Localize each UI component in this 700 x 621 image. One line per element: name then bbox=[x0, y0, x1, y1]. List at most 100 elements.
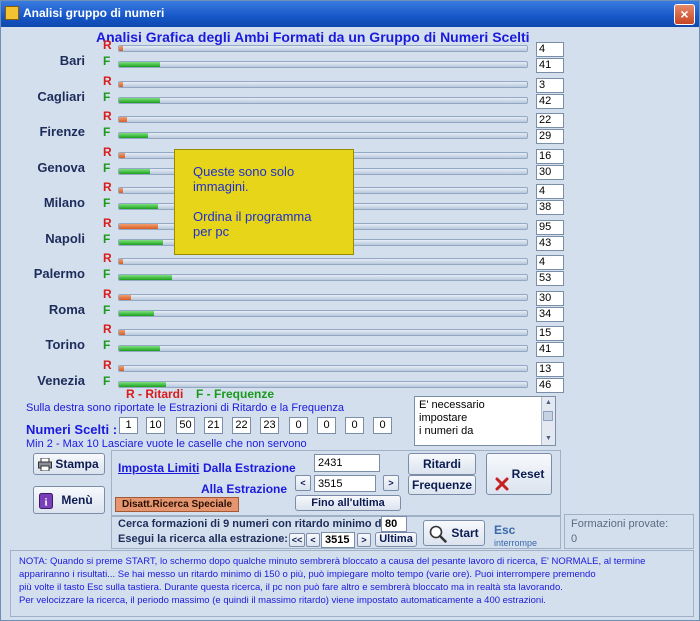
number-input-9[interactable]: 0 bbox=[345, 417, 364, 434]
note-line: più volte il tasto Esc sulla tastiera. D… bbox=[19, 582, 563, 593]
ritardi-button[interactable]: Ritardi bbox=[408, 453, 476, 475]
menu-button[interactable]: i Menù bbox=[33, 486, 105, 514]
number-input-5[interactable]: 22 bbox=[232, 417, 251, 434]
scroll-up-icon[interactable]: ▲ bbox=[542, 397, 555, 409]
estrazione-input[interactable]: 3515 bbox=[321, 532, 355, 548]
number-input-10[interactable]: 0 bbox=[373, 417, 392, 434]
city-label: Cagliari bbox=[37, 89, 85, 104]
overlay-spacer bbox=[193, 194, 335, 209]
alla-estrazione-input[interactable]: 3515 bbox=[314, 475, 376, 492]
city-label: Napoli bbox=[45, 231, 85, 246]
prev-estrazione-button[interactable]: < bbox=[306, 533, 320, 547]
alla-next-button[interactable]: > bbox=[383, 475, 399, 491]
ritardo-bar-fill bbox=[119, 259, 123, 264]
numeri-scelti-label: Numeri Scelti : bbox=[26, 422, 118, 437]
magnifier-icon bbox=[429, 525, 447, 543]
stampa-label: Stampa bbox=[55, 457, 99, 471]
dalla-estrazione-input[interactable]: 2431 bbox=[314, 454, 380, 472]
number-input-2[interactable]: 10 bbox=[146, 417, 165, 434]
frequenza-value: 30 bbox=[536, 165, 564, 180]
number-input-4[interactable]: 21 bbox=[204, 417, 223, 434]
message-memo[interactable]: E' necessario impostare i numeri da ▲ ▼ bbox=[414, 396, 556, 446]
esegui-ricerca-label: Esegui la ricerca alla estrazione: bbox=[118, 533, 288, 545]
frequenza-letter: F bbox=[103, 303, 111, 317]
frequenze-button[interactable]: Frequenze bbox=[408, 475, 476, 495]
reset-label: Reset bbox=[511, 467, 545, 481]
frequenza-value: 38 bbox=[536, 200, 564, 215]
frequenza-bar bbox=[118, 310, 528, 317]
frequenza-bar bbox=[118, 97, 528, 104]
info-icon: i bbox=[39, 492, 53, 509]
overlay-line: immagini. bbox=[193, 179, 249, 194]
ritardo-bar bbox=[118, 365, 528, 372]
frequenza-letter: F bbox=[103, 338, 111, 352]
ritardo-value: 95 bbox=[536, 220, 564, 235]
scroll-thumb[interactable] bbox=[543, 411, 553, 421]
ritardo-bar-fill bbox=[119, 330, 125, 335]
ultima-button[interactable]: Ultima bbox=[375, 532, 417, 547]
window-title: Analisi gruppo di numeri bbox=[23, 6, 165, 20]
city-label: Bari bbox=[59, 53, 85, 68]
city-label: Venezia bbox=[37, 373, 85, 388]
close-button[interactable]: × bbox=[674, 4, 695, 25]
reset-button[interactable]: Reset bbox=[486, 453, 552, 495]
number-input-7[interactable]: 0 bbox=[289, 417, 308, 434]
app-window: Analisi gruppo di numeri × Analisi Grafi… bbox=[0, 0, 700, 621]
frequenza-letter: F bbox=[103, 196, 111, 210]
number-input-1[interactable]: 1 bbox=[119, 417, 138, 434]
memo-scrollbar[interactable]: ▲ ▼ bbox=[541, 397, 555, 445]
frequenza-letter: F bbox=[103, 267, 111, 281]
number-input-3[interactable]: 50 bbox=[176, 417, 195, 434]
frequenza-bar-fill bbox=[119, 204, 158, 209]
frequenza-bar-fill bbox=[119, 133, 148, 138]
note-line: Per velocizzare la ricerca, il periodo m… bbox=[19, 595, 546, 606]
frequenza-value: 41 bbox=[536, 58, 564, 73]
overlay-line: Queste sono solo bbox=[193, 164, 295, 179]
ritardo-letter: R bbox=[103, 251, 112, 265]
ritardo-letter: R bbox=[103, 180, 112, 194]
number-input-6[interactable]: 23 bbox=[260, 417, 279, 434]
ritardo-minimo-input[interactable]: 80 bbox=[381, 516, 407, 532]
alla-prev-button[interactable]: < bbox=[295, 475, 311, 491]
number-input-8[interactable]: 0 bbox=[317, 417, 336, 434]
memo-line: i numeri da bbox=[419, 425, 474, 437]
ritardo-bar bbox=[118, 294, 528, 301]
printer-icon bbox=[38, 457, 52, 472]
reset-x-icon bbox=[495, 467, 509, 491]
cerca-formazioni-label: Cerca formazioni di 9 numeri con ritardo… bbox=[118, 518, 389, 530]
app-icon bbox=[5, 6, 19, 20]
frequenza-bar bbox=[118, 274, 528, 281]
page-title: Analisi Grafica degli Ambi Formati da un… bbox=[96, 29, 530, 45]
frequenza-bar bbox=[118, 132, 528, 139]
scroll-down-icon[interactable]: ▼ bbox=[542, 433, 555, 445]
imposta-limiti-link[interactable]: Imposta Limiti bbox=[118, 461, 199, 475]
formazioni-value: 0 bbox=[571, 533, 578, 545]
frequenza-letter: F bbox=[103, 161, 111, 175]
minmax-hint: Min 2 - Max 10 Lasciare vuote le caselle… bbox=[26, 438, 307, 450]
legend-frequenze: F - Frequenze bbox=[196, 387, 275, 401]
stampa-button[interactable]: Stampa bbox=[33, 453, 105, 475]
frequenza-value: 41 bbox=[536, 342, 564, 357]
ritardo-bar-fill bbox=[119, 366, 124, 371]
start-button[interactable]: Start bbox=[423, 520, 485, 546]
city-label: Roma bbox=[48, 302, 85, 317]
ritardo-bar bbox=[118, 258, 528, 265]
ritardo-value: 16 bbox=[536, 149, 564, 164]
notes-panel: NOTA: Quando si preme START, lo schermo … bbox=[10, 550, 694, 617]
frequenza-bar bbox=[118, 61, 528, 68]
note-line: appariranno i risultati... Se hai messo … bbox=[19, 569, 596, 580]
frequenza-letter: F bbox=[103, 374, 111, 388]
frequenza-value: 53 bbox=[536, 271, 564, 286]
ritardo-value: 4 bbox=[536, 42, 564, 57]
ritardo-letter: R bbox=[103, 38, 112, 52]
svg-text:i: i bbox=[44, 497, 47, 509]
overlay-line: per pc bbox=[193, 224, 230, 239]
first-estrazione-button[interactable]: << bbox=[289, 533, 305, 547]
fino-ultima-button[interactable]: Fino all'ultima bbox=[295, 495, 401, 511]
frequenza-value: 42 bbox=[536, 94, 564, 109]
next-estrazione-button[interactable]: > bbox=[357, 533, 371, 547]
frequenza-bar bbox=[118, 345, 528, 352]
disatt-ricerca-speciale-button[interactable]: Disatt.Ricerca Speciale bbox=[115, 497, 239, 512]
ritardo-bar-fill bbox=[119, 295, 131, 300]
city-label: Palermo bbox=[33, 266, 85, 281]
